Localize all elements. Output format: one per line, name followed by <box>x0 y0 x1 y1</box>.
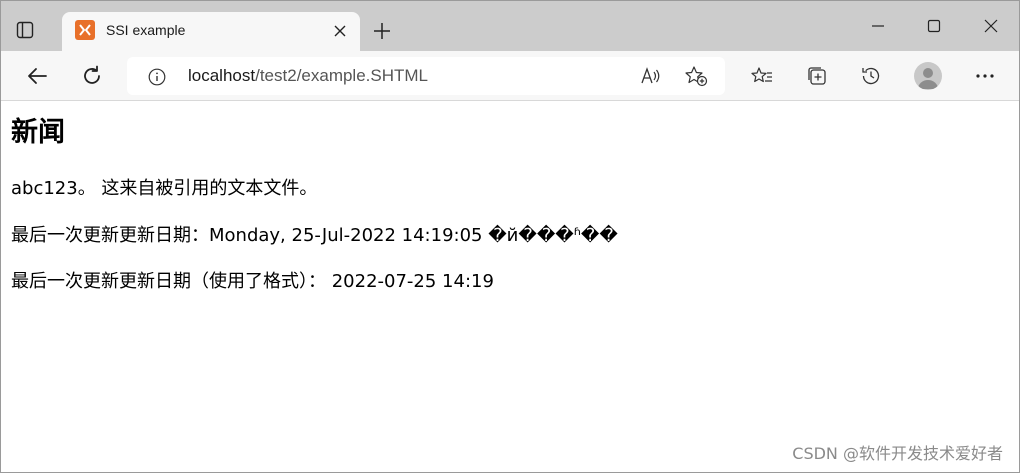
tab-actions-button[interactable] <box>13 18 37 42</box>
address-bar[interactable]: localhost/test2/example.SHTML <box>127 57 725 95</box>
active-tab[interactable]: SSI example <box>62 12 360 51</box>
more-horizontal-icon <box>976 74 994 78</box>
star-add-icon <box>685 66 708 87</box>
minimize-button[interactable] <box>867 15 889 37</box>
tab-close-button[interactable] <box>332 23 348 39</box>
close-window-button[interactable] <box>980 15 1002 37</box>
favorites-icon <box>751 67 772 83</box>
site-info-button[interactable] <box>147 67 167 87</box>
tab-title: SSI example <box>106 22 186 38</box>
collections-button[interactable] <box>804 63 830 89</box>
minimize-icon <box>872 25 884 27</box>
url-host: localhost <box>188 66 256 85</box>
collections-icon <box>808 67 826 85</box>
close-icon <box>984 19 998 33</box>
tab-strip: SSI example <box>1 1 1019 51</box>
new-tab-button[interactable] <box>371 20 393 42</box>
info-icon <box>148 68 166 86</box>
settings-more-button[interactable] <box>972 63 998 89</box>
included-text-paragraph: abc123。 这来自被引用的文本文件。 <box>11 178 318 199</box>
page-content: 新闻 abc123。 这来自被引用的文本文件。 最后一次更新更新日期：Monda… <box>11 113 1001 292</box>
profile-avatar[interactable] <box>914 62 942 90</box>
close-icon <box>334 25 346 37</box>
url-text[interactable]: localhost/test2/example.SHTML <box>188 66 428 86</box>
add-favorite-button[interactable] <box>684 65 708 87</box>
arrow-left-icon <box>28 68 47 84</box>
maximize-button[interactable] <box>923 15 945 37</box>
history-button[interactable] <box>858 63 884 89</box>
last-modified-paragraph: 最后一次更新更新日期：Monday, 25-Jul-2022 14:19:05 … <box>11 225 618 246</box>
history-icon <box>862 67 880 85</box>
refresh-button[interactable] <box>79 63 105 89</box>
page-heading: 新闻 <box>11 117 65 148</box>
csdn-watermark: CSDN @软件开发技术爱好者 <box>792 444 1003 463</box>
tab-actions-icon <box>16 21 34 39</box>
read-aloud-button[interactable] <box>639 65 663 87</box>
back-button[interactable] <box>24 63 50 89</box>
read-aloud-icon <box>641 67 660 84</box>
xampp-logo-icon <box>75 20 95 40</box>
url-path: /test2/example.SHTML <box>255 66 429 85</box>
refresh-icon <box>84 65 100 84</box>
favorites-button[interactable] <box>749 63 775 89</box>
plus-icon <box>374 23 390 39</box>
last-modified-formatted-paragraph: 最后一次更新更新日期（使用了格式）： 2022-07-25 14:19 <box>11 271 494 292</box>
user-icon <box>918 68 938 89</box>
maximize-icon <box>927 19 941 33</box>
browser-toolbar: localhost/test2/example.SHTML <box>1 51 1019 101</box>
